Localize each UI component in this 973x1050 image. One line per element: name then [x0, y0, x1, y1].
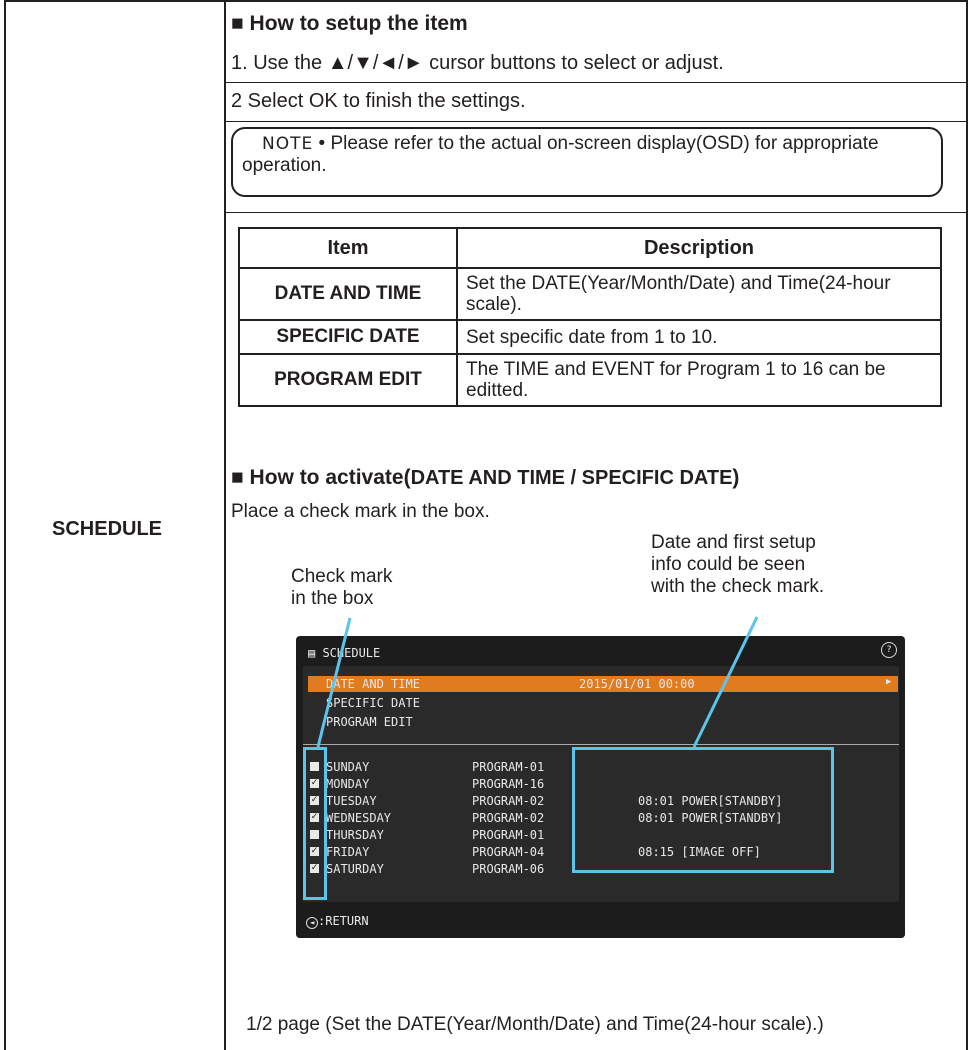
callout-pointers	[316, 616, 759, 748]
page-caption: 1/2 page (Set the DATE(Year/Month/Date) …	[246, 1014, 824, 1035]
pointer-line-info	[692, 616, 759, 748]
pointer-line-checkbox	[316, 617, 352, 748]
